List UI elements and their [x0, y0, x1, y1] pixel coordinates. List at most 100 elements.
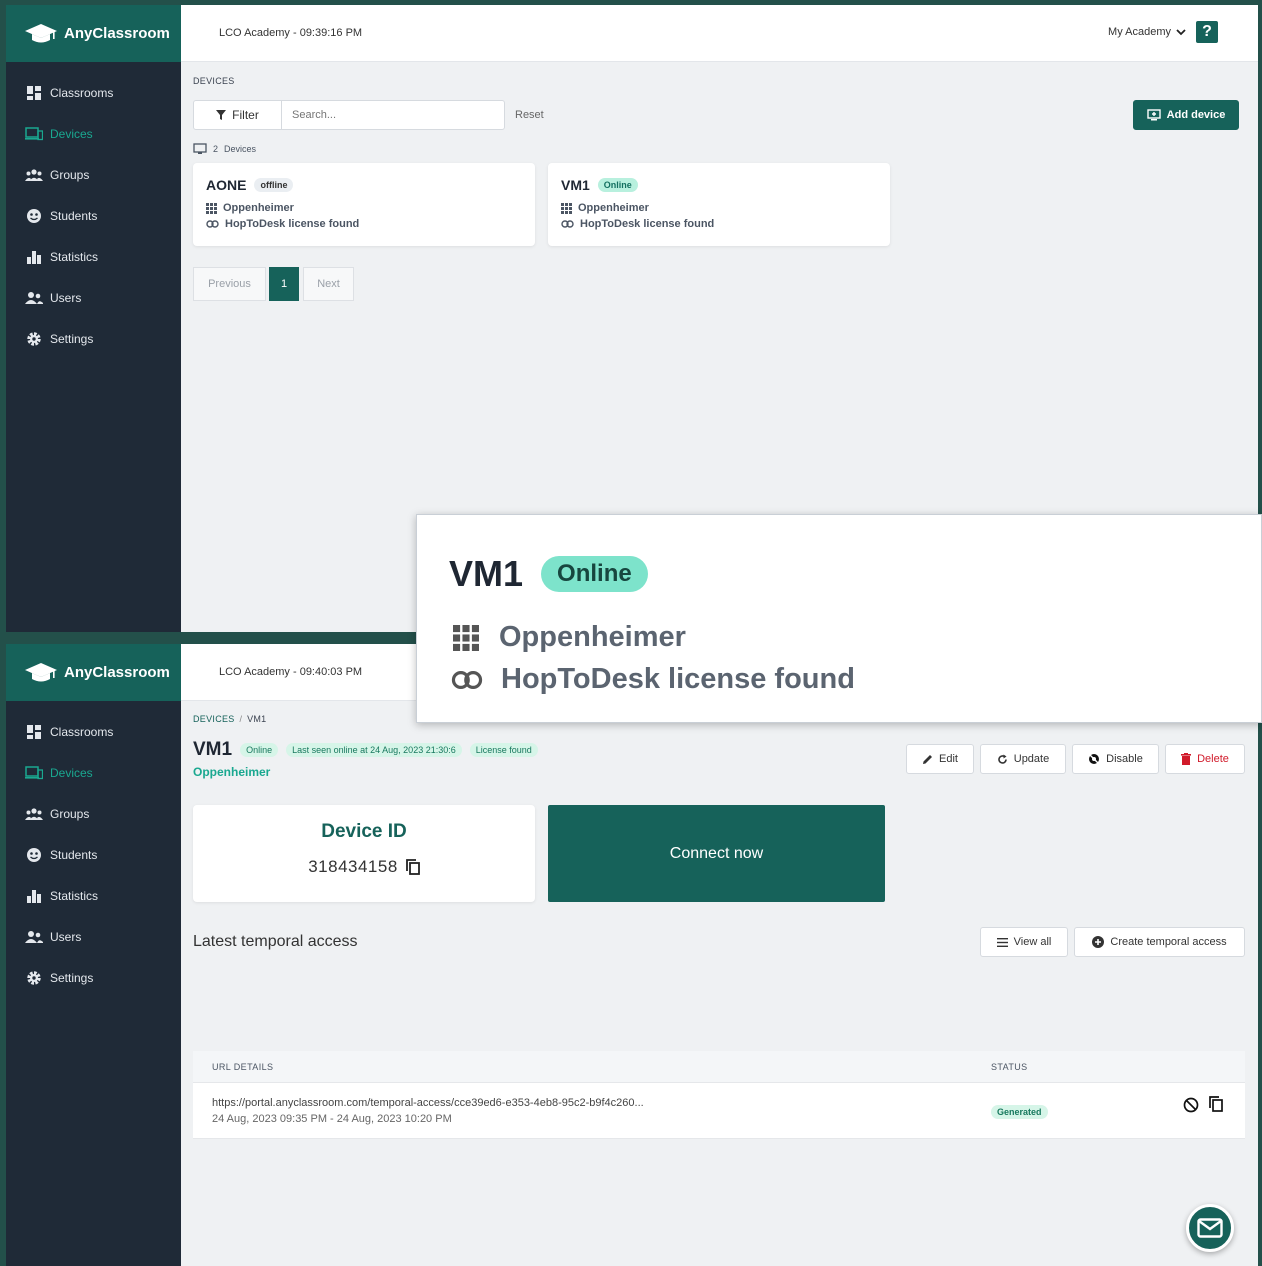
edit-label: Edit — [939, 753, 958, 765]
bar-chart-icon — [25, 888, 43, 904]
devices-icon — [25, 765, 43, 781]
sidebar-item-students[interactable]: Students — [6, 834, 181, 875]
help-button[interactable]: ? — [1196, 21, 1218, 43]
groups-icon — [25, 167, 43, 183]
device-card-aone[interactable]: AONE offline Oppenheimer HopToDesk licens… — [193, 163, 535, 246]
sidebar-item-label: Statistics — [50, 888, 99, 903]
breadcrumb-separator: / — [239, 714, 243, 724]
device-count-number: 2 — [213, 144, 219, 154]
sidebar-item-users[interactable]: Users — [6, 277, 181, 318]
connect-now-button[interactable]: Connect now — [548, 805, 885, 902]
grid-icon — [453, 624, 479, 651]
filter-label: Filter — [232, 108, 259, 122]
sidebar-item-label: Classrooms — [50, 85, 114, 100]
sidebar-item-settings[interactable]: Settings — [6, 318, 181, 359]
sidebar-item-settings[interactable]: Settings — [6, 957, 181, 998]
sidebar-item-devices[interactable]: Devices — [6, 752, 181, 793]
temporal-url[interactable]: https://portal.anyclassroom.com/temporal… — [212, 1097, 644, 1109]
reset-link[interactable]: Reset — [515, 109, 544, 121]
device-name: AONE — [206, 177, 247, 193]
add-monitor-icon — [1146, 109, 1161, 121]
my-academy-dropdown[interactable]: My Academy — [1108, 26, 1186, 38]
add-device-button[interactable]: Add device — [1133, 100, 1239, 130]
license-badge: License found — [469, 743, 538, 757]
column-status: STATUS — [991, 1061, 1028, 1072]
device-detail-main: DEVICES / VM1 VM1 Online Last seen onlin… — [181, 701, 1258, 1266]
device-group-link[interactable]: Oppenheimer — [193, 765, 270, 779]
sidebar-item-classrooms[interactable]: Classrooms — [6, 711, 181, 752]
device-card-vm1[interactable]: VM1 Online Oppenheimer HopToDesk license … — [548, 163, 890, 246]
sidebar-nav: Classrooms Devices Groups Students Stati… — [6, 62, 181, 359]
page-title: VM1 — [193, 739, 233, 760]
academy-time: LCO Academy - 09:39:16 PM — [219, 27, 363, 39]
delete-button[interactable]: Delete — [1165, 744, 1245, 774]
pagination-next[interactable]: Next — [303, 267, 354, 301]
sidebar-item-label: Statistics — [50, 249, 99, 264]
brand-logo[interactable]: AnyClassroom — [6, 5, 181, 62]
breadcrumb-devices[interactable]: DEVICES — [193, 714, 235, 724]
chevron-down-icon — [1176, 28, 1186, 35]
device-license: HopToDesk license found — [225, 218, 360, 230]
sidebar-nav: Classrooms Devices Groups Students Stati… — [6, 701, 181, 998]
device-detail-screen: AnyClassroom Classrooms Devices Groups S… — [6, 644, 1258, 1266]
copy-icon[interactable] — [405, 859, 420, 875]
link-icon — [561, 220, 574, 228]
my-academy-label: My Academy — [1108, 26, 1171, 38]
sidebar-item-label: Students — [50, 208, 98, 223]
edit-button[interactable]: Edit — [906, 744, 974, 774]
device-count-label: Devices — [224, 144, 257, 154]
copy-icon[interactable] — [1209, 1096, 1223, 1112]
envelope-icon — [1197, 1218, 1223, 1238]
sidebar-item-label: Settings — [50, 970, 94, 985]
status-badge: Online — [240, 743, 279, 757]
sidebar-item-groups[interactable]: Groups — [6, 793, 181, 834]
sidebar: AnyClassroom Classrooms Devices Groups S… — [6, 644, 181, 1266]
graduation-cap-icon — [25, 662, 57, 681]
sidebar: AnyClassroom Classrooms Devices Groups S… — [6, 5, 181, 632]
pencil-icon — [923, 754, 933, 764]
sidebar-item-students[interactable]: Students — [6, 195, 181, 236]
status-badge: Generated — [991, 1105, 1048, 1119]
support-chat-button[interactable] — [1186, 1204, 1234, 1252]
grid-icon — [561, 202, 572, 214]
grid-icon — [206, 202, 217, 214]
sidebar-item-label: Classrooms — [50, 724, 114, 739]
brand-logo[interactable]: AnyClassroom — [6, 644, 181, 701]
brand-name: AnyClassroom — [64, 25, 170, 42]
device-group: Oppenheimer — [223, 202, 294, 214]
temporal-access-table: URL DETAILS STATUS https://portal.anycla… — [193, 1051, 1245, 1139]
sidebar-item-classrooms[interactable]: Classrooms — [6, 72, 181, 113]
bar-chart-icon — [25, 249, 43, 265]
disable-label: Disable — [1106, 753, 1143, 765]
sidebar-item-groups[interactable]: Groups — [6, 154, 181, 195]
temporal-section-title: Latest temporal access — [193, 933, 358, 950]
last-seen-badge: Last seen online at 24 Aug, 2023 21:30:6 — [286, 743, 462, 757]
update-button[interactable]: Update — [980, 744, 1066, 774]
breadcrumb: DEVICES / VM1 — [193, 714, 266, 724]
groups-icon — [25, 806, 43, 822]
table-row: https://portal.anyclassroom.com/temporal… — [193, 1083, 1245, 1139]
disable-button[interactable]: Disable — [1072, 744, 1159, 774]
sidebar-item-statistics[interactable]: Statistics — [6, 236, 181, 277]
sidebar-item-label: Devices — [50, 765, 93, 780]
device-header: VM1 Online Last seen online at 24 Aug, 2… — [193, 739, 538, 761]
sidebar-item-devices[interactable]: Devices — [6, 113, 181, 154]
sidebar-item-label: Users — [50, 929, 82, 944]
users-icon — [25, 929, 43, 945]
sidebar-item-label: Users — [50, 290, 82, 305]
sidebar-item-label: Students — [50, 847, 98, 862]
link-icon — [451, 670, 483, 689]
create-temporal-access-button[interactable]: Create temporal access — [1074, 927, 1245, 957]
pagination-previous[interactable]: Previous — [193, 267, 266, 301]
zoom-device-group: Oppenheimer — [499, 621, 686, 653]
plus-circle-icon — [1092, 936, 1105, 948]
pagination-page-1[interactable]: 1 — [269, 267, 299, 301]
search-input[interactable] — [282, 101, 504, 129]
brand-name: AnyClassroom — [64, 664, 170, 681]
revoke-icon[interactable] — [1183, 1097, 1199, 1113]
sidebar-item-statistics[interactable]: Statistics — [6, 875, 181, 916]
view-all-button[interactable]: View all — [980, 927, 1068, 957]
sidebar-item-users[interactable]: Users — [6, 916, 181, 957]
device-id-card: Device ID 318434158 — [193, 805, 535, 902]
filter-button[interactable]: Filter — [194, 101, 282, 129]
